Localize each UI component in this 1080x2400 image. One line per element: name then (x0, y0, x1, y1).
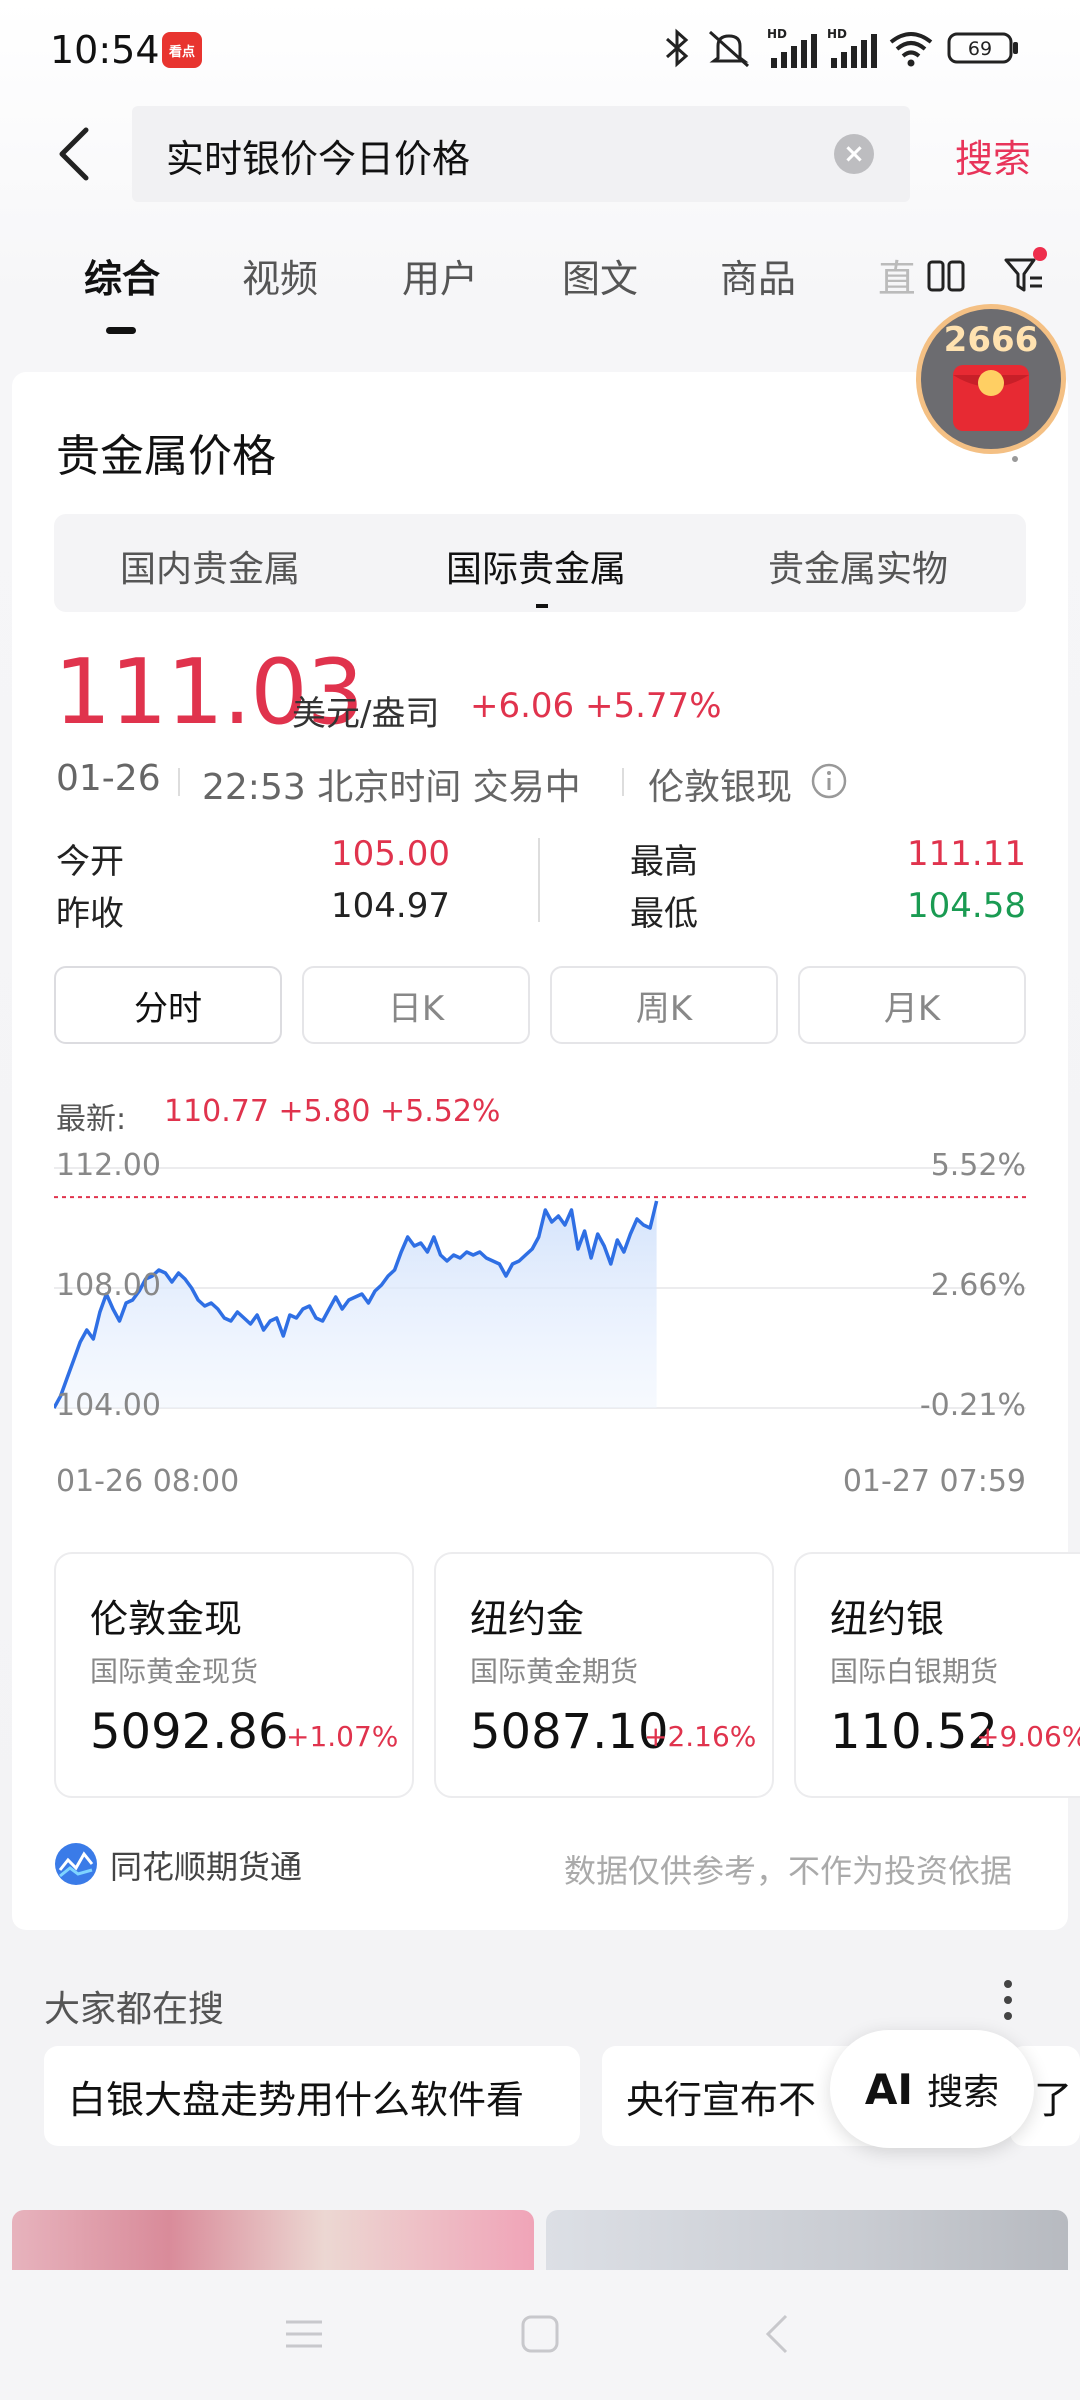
search-input[interactable]: 实时银价今日价格 (166, 128, 470, 183)
latest-label: 最新: (56, 1102, 127, 1137)
y-tick-top: 112.00 (56, 1148, 161, 1183)
ai-search-button[interactable]: AI 搜索 (830, 2030, 1034, 2148)
market-price: 5092.86 (90, 1704, 289, 1760)
market-sub: 国际黄金现货 (90, 1655, 259, 1688)
date-label: 01-26 (56, 758, 161, 799)
bluetooth-icon (660, 26, 694, 70)
info-icon[interactable] (810, 762, 848, 800)
low-label: 最低 (630, 894, 698, 934)
pct-tick-bottom: -0.21% (919, 1388, 1026, 1423)
stats-divider (538, 838, 540, 922)
hot-search-chip-1[interactable]: 白银大盘走势用什么软件看 (44, 2046, 580, 2146)
filter-icon[interactable] (1002, 246, 1052, 298)
prev-close-value: 104.97 (331, 886, 450, 926)
back-nav-icon[interactable] (762, 2312, 792, 2356)
signal-icon-2: HD (824, 26, 880, 70)
back-icon[interactable] (52, 126, 96, 182)
data-source[interactable]: 同花顺期货通 (110, 1842, 302, 1888)
market-name: 纽约银 (830, 1597, 945, 1641)
market-sub: 国际黄金期货 (470, 1655, 639, 1688)
tab-goods[interactable]: 商品 (720, 248, 796, 303)
ktab-intraday[interactable]: 分时 (54, 966, 282, 1044)
prev-close-label: 昨收 (56, 894, 124, 934)
latest-value: 110.77 +5.80 +5.52% (164, 1094, 501, 1129)
app-badge-icon: 看点 (162, 32, 202, 68)
market-name: 伦敦金现 (90, 1597, 243, 1641)
market-card-ny-silver[interactable]: 纽约银 国际白银期货 110.52 +9.06% (794, 1552, 1080, 1798)
market-card-ny-gold[interactable]: 纽约金 国际黄金期货 5087.10 +2.16% (434, 1552, 774, 1798)
search-button[interactable]: 搜索 (955, 128, 1031, 183)
card-title: 贵金属价格 (56, 431, 276, 482)
open-label: 今开 (56, 842, 124, 882)
red-packet-count: 2666 (944, 320, 1039, 360)
ktab-weekly[interactable]: 周K (550, 966, 778, 1044)
market-price: 5087.10 (470, 1704, 669, 1760)
segment-international[interactable]: 国际贵金属 (446, 540, 626, 592)
meta-divider-2 (622, 768, 624, 796)
y-tick-mid: 108.00 (56, 1268, 161, 1303)
tab-user[interactable]: 用户 (402, 248, 478, 303)
home-nav-icon[interactable] (520, 2314, 560, 2354)
price-unit: 美元/盎司 (292, 694, 440, 734)
instrument-name: 伦敦银现 (648, 767, 793, 808)
more-options-icon[interactable] (1000, 1978, 1016, 2022)
ktab-daily[interactable]: 日K (302, 966, 530, 1044)
red-packet-widget[interactable]: 2666 (916, 304, 1066, 454)
tab-all[interactable]: 综合 (84, 248, 160, 303)
tab-indicator (106, 327, 136, 334)
pct-tick-top: 5.52% (930, 1148, 1026, 1183)
battery-icon: 69 (946, 26, 1022, 70)
signal-icon-1: HD (764, 26, 820, 70)
price-area (54, 1201, 657, 1408)
price-change: +6.06 +5.77% (470, 686, 722, 726)
mute-icon (704, 26, 754, 70)
ths-logo-icon (54, 1842, 98, 1886)
high-value: 111.11 (907, 834, 1026, 874)
market-pct: +9.06% (976, 1720, 1080, 1753)
hot-search-title: 大家都在搜 (44, 1989, 225, 2030)
market-price: 110.52 (830, 1704, 998, 1760)
hd-label-1: HD (767, 27, 787, 41)
battery-level: 69 (968, 38, 992, 60)
ktab-monthly[interactable]: 月K (798, 966, 1026, 1044)
low-value: 104.58 (907, 886, 1026, 926)
menu-nav-icon[interactable] (282, 2314, 326, 2354)
segment-indicator (536, 604, 548, 608)
ai-search-label: 搜索 (927, 2072, 1000, 2113)
disclaimer: 数据仅供参考，不作为投资依据 (564, 1852, 1013, 1890)
market-name: 纽约金 (470, 1597, 585, 1641)
tab-article[interactable]: 图文 (562, 248, 638, 303)
ai-label: AI (864, 2064, 914, 2114)
market-pct: +2.16% (644, 1720, 757, 1753)
x-tick-start: 01-26 08:00 (56, 1464, 240, 1499)
segment-physical[interactable]: 贵金属实物 (768, 540, 948, 592)
open-value: 105.00 (331, 834, 450, 874)
tab-video[interactable]: 视频 (242, 248, 318, 303)
y-tick-bottom: 104.00 (56, 1388, 161, 1423)
market-sub: 国际白银期货 (830, 1655, 999, 1688)
wifi-icon (886, 26, 936, 70)
more-dot (1012, 456, 1018, 462)
status-time: 10:54 (50, 28, 160, 72)
market-card-london-gold[interactable]: 伦敦金现 国际黄金现货 5092.86 +1.07% (54, 1552, 414, 1798)
tab-live[interactable]: 直 (878, 248, 914, 303)
pct-tick-mid: 2.66% (930, 1268, 1026, 1303)
x-tick-end: 01-27 07:59 (842, 1464, 1026, 1499)
layout-icon[interactable] (926, 256, 966, 296)
clear-icon[interactable]: × (834, 134, 874, 174)
market-pct: +1.07% (286, 1720, 399, 1753)
svg-text:HD: HD (827, 27, 847, 41)
time-status: 22:53 北京时间 交易中 (202, 767, 581, 808)
high-label: 最高 (630, 842, 698, 882)
status-bar: 10:54 看点 HD HD 69 (0, 0, 1080, 100)
meta-divider-1 (178, 768, 180, 796)
segment-domestic[interactable]: 国内贵金属 (120, 540, 300, 592)
